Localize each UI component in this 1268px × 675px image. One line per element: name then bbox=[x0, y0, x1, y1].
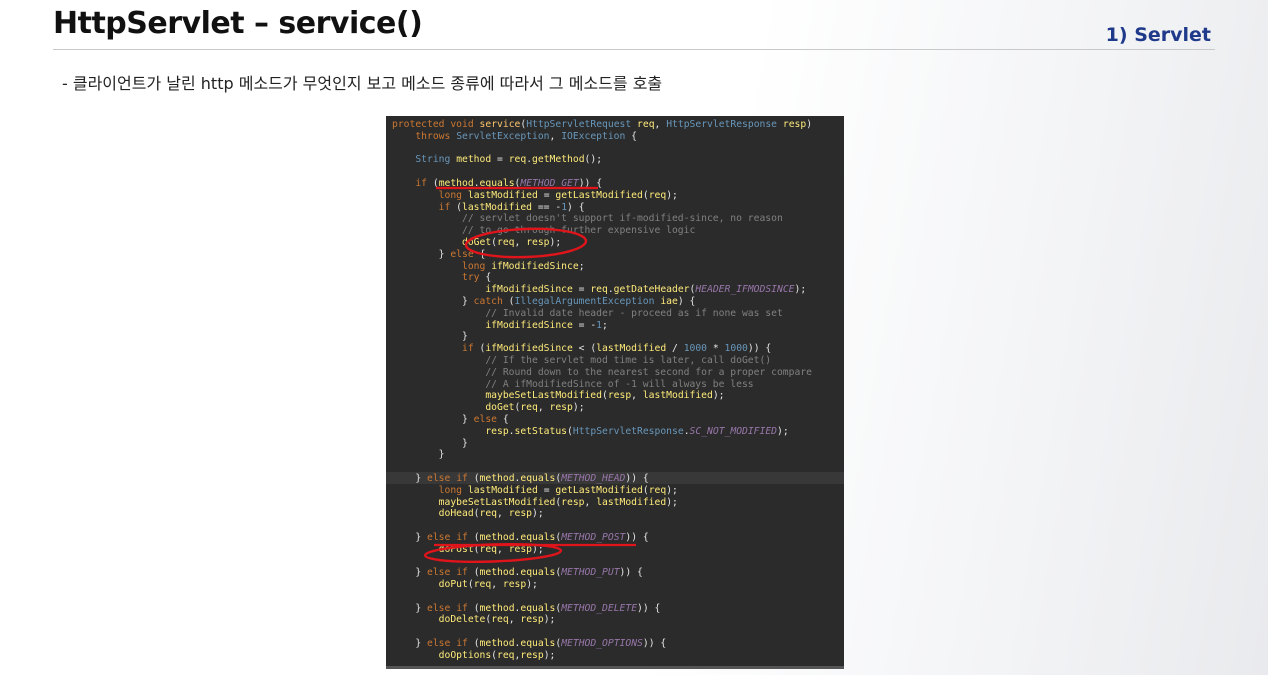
code-line: try { bbox=[462, 272, 492, 284]
code-line: } else if (method.equals(METHOD_PUT)) { bbox=[392, 567, 643, 579]
section-label: 1) Servlet bbox=[1105, 24, 1211, 46]
code-line: doPut(req, resp); bbox=[438, 579, 538, 591]
code-line: doGet(req, resp); bbox=[485, 402, 585, 414]
code-line: doOptions(req,resp); bbox=[438, 649, 556, 661]
code-line: String method = req.getMethod(); bbox=[415, 154, 603, 166]
code-line: doPost(req, resp); bbox=[438, 543, 544, 555]
code-line: } bbox=[392, 449, 445, 461]
code-line: } bbox=[392, 331, 468, 343]
code-line: if (ifModifiedSince < (lastModified / 10… bbox=[462, 343, 772, 355]
code-line: } else { bbox=[392, 248, 486, 260]
code-line: doHead(req, resp); bbox=[438, 508, 544, 520]
code-line: // servlet doesn't support if-modified-s… bbox=[462, 213, 783, 225]
code-line: maybeSetLastModified(resp, lastModified)… bbox=[485, 390, 725, 402]
code-listing: protected void service(HttpServletReques… bbox=[392, 119, 812, 662]
code-line: // A ifModifiedSince of -1 will always b… bbox=[485, 378, 754, 390]
code-bottom-border bbox=[386, 666, 844, 669]
code-line: // Round down to the nearest second for … bbox=[485, 366, 812, 378]
code-line: // If the servlet mod time is later, cal… bbox=[485, 354, 772, 366]
code-line: if (method.equals(METHOD_GET)) { bbox=[415, 177, 603, 189]
code-line: throws ServletException, IOException { bbox=[415, 130, 638, 142]
code-line: doGet(req, resp); bbox=[462, 236, 562, 248]
title-divider bbox=[53, 49, 1215, 50]
code-line: long ifModifiedSince; bbox=[462, 260, 585, 272]
code-line: } bbox=[392, 437, 468, 449]
code-line: } else if (method.equals(METHOD_OPTIONS)… bbox=[392, 638, 667, 650]
code-line: if (lastModified == -1) { bbox=[438, 201, 585, 213]
code-line: } else if (method.equals(METHOD_POST)) { bbox=[392, 531, 649, 543]
code-line: maybeSetLastModified(resp, lastModified)… bbox=[438, 496, 678, 508]
description-bullet: - 클라이언트가 날린 http 메소드가 무엇인지 보고 메소드 종류에 따라… bbox=[62, 74, 663, 93]
code-line: } else if (method.equals(METHOD_DELETE))… bbox=[392, 602, 661, 614]
code-line: ifModifiedSince = -1; bbox=[485, 319, 608, 331]
code-screenshot: protected void service(HttpServletReques… bbox=[386, 116, 844, 669]
code-line: // to go through further expensive logic bbox=[462, 225, 696, 237]
code-line: doDelete(req, resp); bbox=[438, 614, 556, 626]
code-line: } else { bbox=[392, 413, 509, 425]
page-title: HttpServlet – service() bbox=[53, 6, 423, 41]
code-line: ifModifiedSince = req.getDateHeader(HEAD… bbox=[485, 284, 807, 296]
code-line: // Invalid date header - proceed as if n… bbox=[485, 307, 783, 319]
code-line: protected void service(HttpServletReques… bbox=[392, 119, 813, 130]
code-line: } else if (method.equals(METHOD_HEAD)) { bbox=[392, 472, 649, 484]
code-line: long lastModified = getLastModified(req)… bbox=[438, 189, 678, 201]
code-line: long lastModified = getLastModified(req)… bbox=[438, 484, 678, 496]
code-line: resp.setStatus(HttpServletResponse.SC_NO… bbox=[485, 425, 789, 437]
code-line: } catch (IllegalArgumentException iae) { bbox=[392, 295, 696, 307]
